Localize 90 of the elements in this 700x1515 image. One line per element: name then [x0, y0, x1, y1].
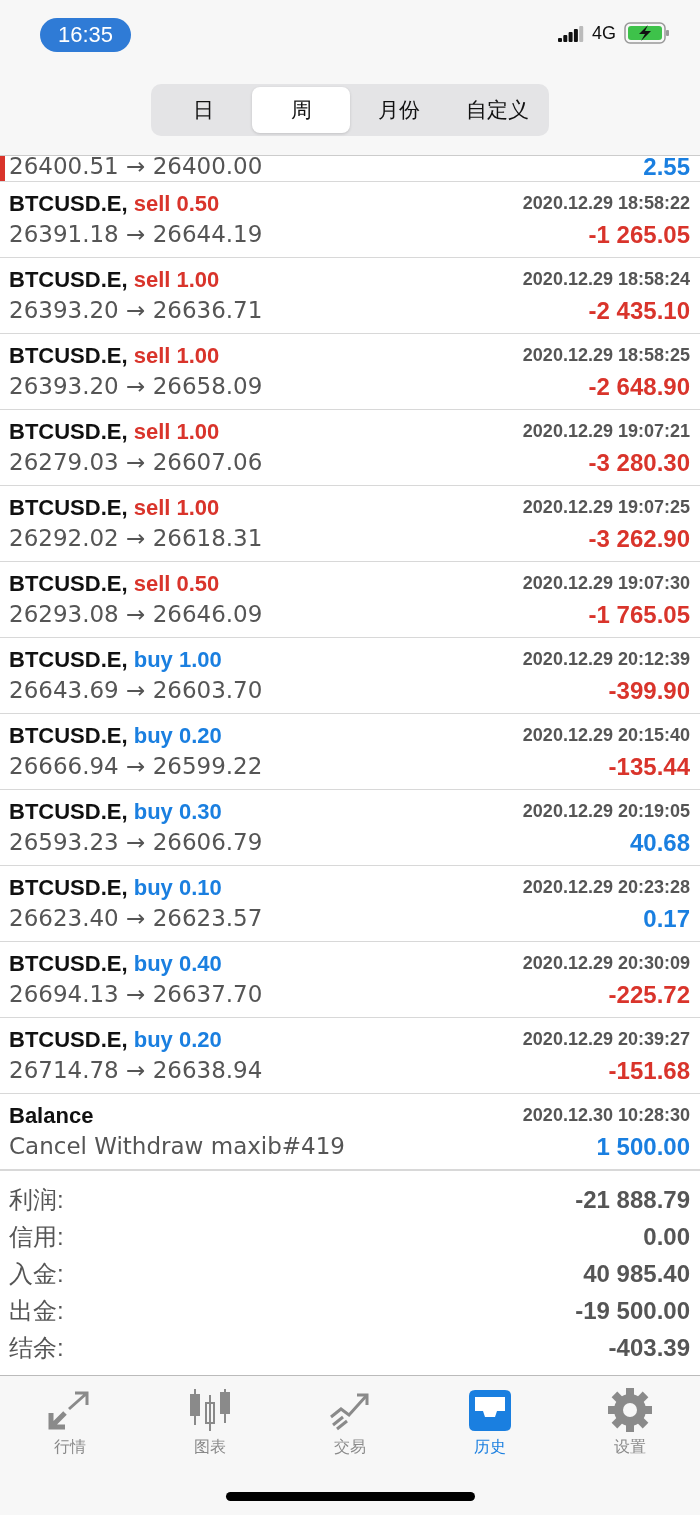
- profit-value: 2.55: [643, 156, 690, 181]
- summary-value: 40 985.40: [583, 1259, 690, 1288]
- signal-icon: [558, 24, 584, 42]
- operation-comment: Cancel Withdraw maxib#419: [9, 1132, 346, 1161]
- operation-time: 2020.12.29 18:58:22: [522, 193, 690, 214]
- row-marker: [0, 156, 5, 181]
- operation-type: Balance: [9, 1102, 95, 1129]
- operation-time: 2020.12.29 18:58:25: [522, 345, 690, 366]
- summary-label: 信用:: [9, 1221, 64, 1252]
- profit-value: -1 765.05: [587, 600, 690, 629]
- profit-value: -1 265.05: [587, 220, 690, 249]
- operation-time: 2020.12.29 20:12:39: [522, 649, 690, 670]
- price-range: 26293.08 → 26646.09: [9, 600, 264, 629]
- price-range: 26643.69 → 26603.70: [9, 676, 264, 705]
- operation-time: 2020.12.29 20:23:28: [522, 877, 690, 898]
- operation-time: 2020.12.30 10:28:30: [522, 1105, 690, 1126]
- summary-value: -403.39: [608, 1333, 690, 1362]
- history-row[interactable]: BTCUSD.E, sell 0.50 2020.12.29 19:07:30 26293.08 → 26646.09 -1 765.05: [0, 562, 700, 638]
- operation-time: 2020.12.29 19:07:25: [522, 497, 690, 518]
- settings-icon: [607, 1387, 653, 1433]
- history-row[interactable]: Balance 2020.12.30 10:28:30 Cancel Withdraw maxib#419 1 500.00: [0, 1094, 700, 1170]
- profit-value: 1 500.00: [595, 1132, 690, 1161]
- history-row[interactable]: BTCUSD.E, sell 1.00 2020.12.29 18:58:24 26393.20 → 26636.71 -2 435.10: [0, 258, 700, 334]
- operation-time: 2020.12.29 19:07:30: [522, 573, 690, 594]
- trade-symbol: BTCUSD.E, buy 0.10: [9, 874, 223, 901]
- trade-symbol: BTCUSD.E, buy 0.20: [9, 722, 223, 749]
- history-row[interactable]: BTCUSD.E, buy 0.30 2020.12.29 20:19:05 26593.23 → 26606.79 40.68: [0, 790, 700, 866]
- summary-label: 利润:: [9, 1184, 64, 1215]
- history-row[interactable]: BTCUSD.E, sell 1.00 2020.12.29 19:07:25 26292.02 → 26618.31 -3 262.90: [0, 486, 700, 562]
- profit-value: -2 648.90: [587, 372, 690, 401]
- candlestick-icon: [187, 1387, 233, 1433]
- trade-symbol: BTCUSD.E, buy 0.20: [9, 1026, 223, 1053]
- price-range: 26400.51 → 26400.00: [9, 156, 264, 181]
- summary-label: 结余:: [9, 1332, 64, 1363]
- history-row[interactable]: BTCUSD.E, buy 0.20 2020.12.29 20:15:40 26666.94 → 26599.22 -135.44: [0, 714, 700, 790]
- history-row[interactable]: BTCUSD.E, sell 1.00 2020.12.29 19:07:21 26279.03 → 26607.06 -3 280.30: [0, 410, 700, 486]
- profit-value: -225.72: [607, 980, 690, 1009]
- history-row[interactable]: BTCUSD.E, buy 0.20 2020.12.29 20:39:27 26714.78 → 26638.94 -151.68: [0, 1018, 700, 1094]
- history-row[interactable]: BTCUSD.E, sell 0.50 2020.12.29 18:58:22 26391.18 → 26644.19 -1 265.05: [0, 182, 700, 258]
- history-row[interactable]: BTCUSD.E, buy 1.00 2020.12.29 20:12:39 26643.69 → 26603.70 -399.90: [0, 638, 700, 714]
- trade-symbol: BTCUSD.E, buy 0.40: [9, 950, 223, 977]
- summary-value: -21 888.79: [575, 1185, 690, 1214]
- summary-value: -19 500.00: [575, 1296, 690, 1325]
- trade-symbol: BTCUSD.E, sell 1.00: [9, 342, 221, 369]
- summary-label: 入金:: [9, 1258, 64, 1289]
- trade-symbol: BTCUSD.E, sell 1.00: [9, 266, 221, 293]
- period-tab[interactable]: 周: [252, 87, 350, 133]
- profit-value: -399.90: [607, 676, 690, 705]
- tab-bar-item[interactable]: 历史: [420, 1386, 560, 1459]
- operation-time: 2020.12.29 19:07:21: [522, 421, 690, 442]
- period-tab[interactable]: 月份: [350, 87, 448, 133]
- operation-time: 2020.12.29 20:30:09: [522, 953, 690, 974]
- trade-symbol: BTCUSD.E, sell 0.50: [9, 190, 221, 217]
- inbox-icon: [467, 1387, 513, 1433]
- price-range: 26391.18 → 26644.19: [9, 220, 264, 249]
- price-range: 26292.02 → 26618.31: [9, 524, 264, 553]
- summary-value: 0.00: [643, 1222, 690, 1251]
- profit-value: -3 262.90: [587, 524, 690, 553]
- trade-symbol: BTCUSD.E, buy 0.30: [9, 798, 223, 825]
- battery-charging-icon: [624, 22, 670, 44]
- summary-label: 出金:: [9, 1295, 64, 1326]
- status-time: 16:35: [40, 18, 132, 52]
- period-tab[interactable]: 日: [154, 87, 252, 133]
- profit-value: 40.68: [628, 828, 690, 857]
- history-row[interactable]: BTCUSD.E, buy 0.10 2020.12.29 20:23:28 26623.40 → 26623.57 0.17: [0, 866, 700, 942]
- profit-value: -2 435.10: [587, 296, 690, 325]
- price-range: 26714.78 → 26638.94: [9, 1056, 264, 1085]
- price-range: 26393.20 → 26636.71: [9, 296, 264, 325]
- operation-time: 2020.12.29 18:58:24: [522, 269, 690, 290]
- price-range: 26279.03 → 26607.06: [9, 448, 264, 477]
- operation-time: 2020.12.29 20:15:40: [522, 725, 690, 746]
- profit-value: -3 280.30: [587, 448, 690, 477]
- price-range: 26593.23 → 26606.79: [9, 828, 264, 857]
- trade-symbol: BTCUSD.E, sell 1.00: [9, 494, 221, 521]
- trade-symbol: BTCUSD.E, buy 1.00: [9, 646, 223, 673]
- price-range: 26623.40 → 26623.57: [9, 904, 264, 933]
- history-row[interactable]: BTCUSD.E, buy 0.40 2020.12.29 20:30:09 26694.13 → 26637.70 -225.72: [0, 942, 700, 1018]
- profit-value: -135.44: [607, 752, 690, 781]
- operation-time: 2020.12.29 20:19:05: [522, 801, 690, 822]
- network-label: 4G: [592, 22, 616, 44]
- trade-symbol: BTCUSD.E, sell 1.00: [9, 418, 221, 445]
- price-range: 26393.20 → 26658.09: [9, 372, 264, 401]
- history-row[interactable]: BTCUSD.E, sell 1.00 2020.12.29 18:58:25 26393.20 → 26658.09 -2 648.90: [0, 334, 700, 410]
- price-range: 26666.94 → 26599.22: [9, 752, 264, 781]
- profit-value: 0.17: [642, 904, 690, 933]
- operation-time: 2020.12.29 20:39:27: [522, 1029, 690, 1050]
- trade-symbol: BTCUSD.E, sell 0.50: [9, 570, 221, 597]
- price-range: 26694.13 → 26637.70: [9, 980, 264, 1009]
- period-tab[interactable]: 自定义: [448, 87, 546, 133]
- profit-value: -151.68: [607, 1056, 690, 1085]
